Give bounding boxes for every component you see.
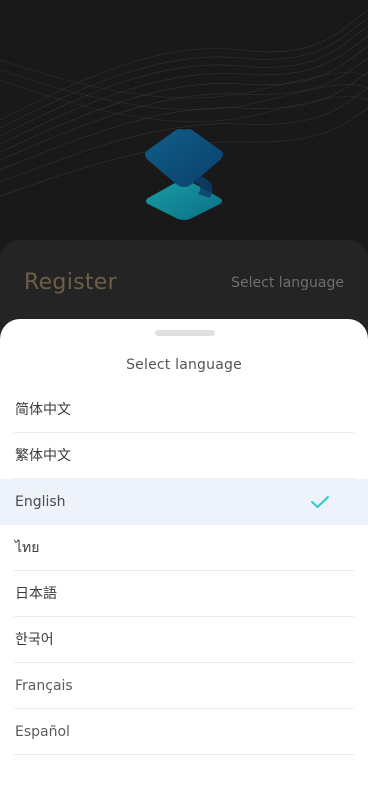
checkmark-icon <box>311 496 329 508</box>
app-logo-icon <box>145 129 223 220</box>
hero-banner <box>0 0 368 260</box>
language-label: English <box>15 494 66 510</box>
register-title: Register <box>24 270 117 295</box>
language-option-zh-hant[interactable]: 繁体中文 <box>0 433 368 479</box>
language-bottom-sheet: Select language 简体中文 繁体中文 English ไทย 日本… <box>0 319 368 797</box>
language-option-korean[interactable]: 한국어 <box>0 617 368 663</box>
language-option-english[interactable]: English <box>0 479 368 525</box>
language-option-japanese[interactable]: 日本語 <box>0 571 368 617</box>
language-option-thai[interactable]: ไทย <box>0 525 368 571</box>
language-option-zh-hans[interactable]: 简体中文 <box>0 387 368 433</box>
language-list: 简体中文 繁体中文 English ไทย 日本語 한국어 Français E… <box>0 387 368 755</box>
language-label: ไทย <box>15 540 40 556</box>
language-label: 한국어 <box>15 632 54 648</box>
language-label: Español <box>15 724 70 740</box>
language-option-french[interactable]: Français <box>0 663 368 709</box>
language-label: Français <box>15 678 73 694</box>
language-option-spanish[interactable]: Español <box>0 709 368 755</box>
language-label: 简体中文 <box>15 402 71 418</box>
select-language-link[interactable]: Select language <box>231 275 344 291</box>
sheet-title: Select language <box>126 357 242 373</box>
language-label: 日本語 <box>15 586 57 602</box>
sheet-drag-handle[interactable] <box>155 330 215 336</box>
language-label: 繁体中文 <box>15 448 71 464</box>
